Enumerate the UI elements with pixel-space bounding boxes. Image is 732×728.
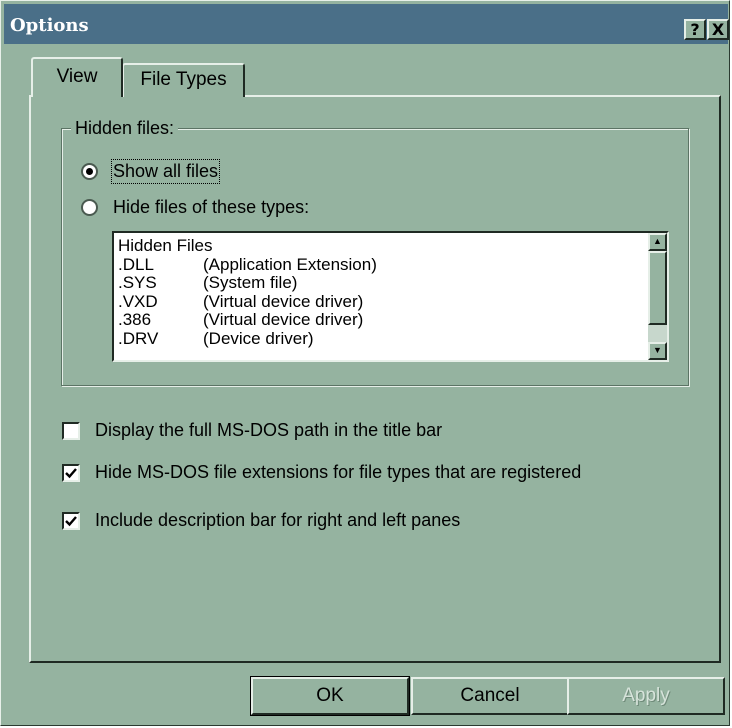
full-msdos-path-label[interactable]: Display the full MS-DOS path in the titl… [95,420,442,441]
tab-file-types[interactable]: File Types [122,63,245,97]
list-item[interactable]: .386 (Virtual device driver) [118,310,377,330]
checkmark-icon [65,468,77,479]
list-item[interactable]: .SYS (System file) [118,273,377,293]
list-header: Hidden Files [118,236,213,255]
apply-button[interactable]: Apply [567,677,725,715]
list-item[interactable]: .DLL (Application Extension) [118,254,377,275]
list-item[interactable]: .VXD (Virtual device driver) [118,291,377,312]
scroll-thumb[interactable] [648,251,667,325]
description-bar-checkbox[interactable] [62,512,80,530]
hidden-files-list: Hidden Files .DLL (Application Extension)… [118,236,377,349]
list-item-ext: .DLL [118,254,154,274]
title-bar[interactable]: Options ? X [4,4,729,44]
list-item-desc: (Virtual device driver) [203,291,364,311]
radio-selected-dot [86,168,93,175]
hidden-files-listbox[interactable]: Hidden Files .DLL (Application Extension)… [112,231,669,362]
tab-view[interactable]: View [31,57,123,97]
list-item-desc: (System file) [203,273,298,292]
show-all-files-label[interactable]: Show all files [110,159,221,184]
hide-extensions-label[interactable]: Hide MS-DOS file extensions for file typ… [95,462,581,483]
hidden-files-group-label: Hidden files: [71,118,179,139]
checkmark-icon [65,516,77,527]
scroll-up-arrow-icon[interactable]: ▲ [648,233,667,251]
list-item-desc: (Virtual device driver) [203,310,364,329]
cancel-button[interactable]: Cancel [411,677,569,715]
hide-files-of-types-radio[interactable] [81,199,98,216]
hide-extensions-checkbox[interactable] [62,464,80,482]
list-item-ext: .386 [118,310,152,329]
listbox-scrollbar[interactable]: ▲ ▼ [648,233,667,360]
ok-button[interactable]: OK [250,676,410,716]
close-button[interactable]: X [707,19,729,40]
window-title: Options [10,15,89,36]
list-item-ext: .VXD [118,291,158,311]
list-item-desc: (Device driver) [203,328,314,348]
list-item-desc: (Application Extension) [203,254,377,274]
list-item[interactable]: .DRV (Device driver) [118,328,377,349]
full-msdos-path-checkbox[interactable] [62,422,80,440]
description-bar-label[interactable]: Include description bar for right and le… [95,510,460,531]
scroll-down-arrow-icon[interactable]: ▼ [648,342,667,360]
list-item-ext: .DRV [118,328,159,348]
list-item-ext: .SYS [118,273,157,292]
options-dialog: Options ? X File Types View Hidden files… [0,0,730,726]
hide-files-of-types-label[interactable]: Hide files of these types: [113,197,309,218]
help-button[interactable]: ? [684,19,706,40]
show-all-files-radio[interactable] [81,163,98,180]
